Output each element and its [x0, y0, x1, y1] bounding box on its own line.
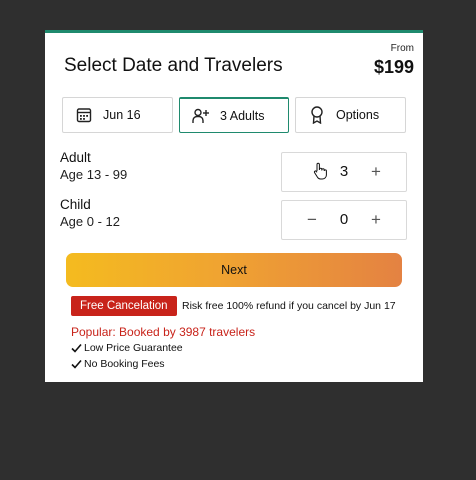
child-stepper[interactable]: − 0 + [281, 200, 407, 240]
popular-note: Popular: Booked by 3987 travelers [71, 325, 256, 339]
child-label: Child [60, 197, 91, 212]
adult-label: Adult [60, 150, 91, 165]
tab-date[interactable]: Jun 16 [62, 97, 173, 133]
booking-card: Select Date and Travelers From $199 Jun … [45, 30, 423, 382]
feature-item: No Booking Fees [71, 358, 165, 370]
calendar-icon [75, 106, 93, 124]
adult-plus-button[interactable]: + [356, 153, 396, 191]
price: $199 [373, 57, 414, 77]
tab-travelers-label: 3 Adults [220, 108, 265, 123]
child-plus-button[interactable]: + [356, 201, 396, 239]
refund-note: Risk free 100% refund if you cancel by J… [182, 300, 396, 312]
page-title: Select Date and Travelers [64, 55, 283, 76]
free-cancelation-badge: Free Cancelation [71, 296, 177, 316]
adult-age: Age 13 - 99 [60, 167, 128, 182]
tab-date-label: Jun 16 [103, 108, 141, 122]
adult-stepper[interactable]: 3 + [281, 152, 407, 192]
add-person-icon [192, 107, 210, 125]
tab-options-label: Options [336, 108, 380, 122]
ribbon-icon [308, 106, 326, 124]
feature-label: No Booking Fees [84, 358, 165, 370]
check-icon [71, 343, 82, 353]
selector-tabs: Jun 16 3 Adults Options [62, 97, 406, 133]
from-label: From [390, 43, 414, 54]
feature-label: Low Price Guarantee [84, 342, 183, 354]
check-icon [71, 359, 82, 369]
feature-item: Low Price Guarantee [71, 342, 183, 354]
child-age: Age 0 - 12 [60, 214, 120, 229]
tab-travelers[interactable]: 3 Adults [179, 97, 289, 133]
tab-options[interactable]: Options [295, 97, 406, 133]
next-button[interactable]: Next [66, 253, 402, 287]
